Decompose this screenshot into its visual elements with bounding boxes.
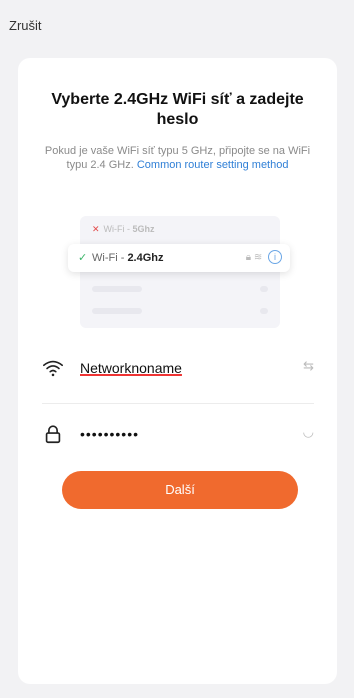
network-name-field[interactable]: Networknoname ⇆ — [42, 350, 314, 386]
row-24ghz-text: Wi-Fi - 2.4Ghz — [92, 252, 164, 264]
lock-small-icon: 🔒︎ — [245, 252, 252, 263]
wifi-setup-card: Vyberte 2.4GHz WiFi síť a zadejte heslo … — [18, 58, 337, 684]
wifi-icon — [43, 360, 63, 377]
password-value[interactable]: •••••••••• — [80, 426, 139, 442]
wifi-small-icon: ≋ — [253, 252, 263, 263]
row-5ghz-prefix: Wi-Fi - — [103, 224, 133, 234]
row-24ghz-band: 2.4Ghz — [127, 252, 164, 264]
router-setting-link[interactable]: Common router setting method — [137, 159, 289, 171]
illustration-row-24ghz: ✓ Wi-Fi - 2.4Ghz 🔒︎ ≋ i — [68, 244, 290, 272]
info-text: Pokud je vaše WiFi síť typu 5 GHz, připo… — [42, 144, 313, 172]
password-field[interactable]: •••••••••• ◡ — [42, 416, 314, 452]
illustration-placeholder-row — [92, 306, 268, 316]
field-divider — [42, 403, 314, 404]
cancel-button[interactable]: Zrušit — [9, 18, 42, 33]
cross-icon: ✕ — [92, 224, 100, 234]
network-name-value[interactable]: Networknoname — [80, 360, 182, 376]
wifi-band-illustration: ✕ Wi-Fi - 5Ghz ✓ Wi-Fi - 2.4Ghz 🔒︎ ≋ i — [68, 216, 290, 328]
switch-network-icon[interactable]: ⇆ — [303, 358, 314, 374]
toggle-password-visibility-icon[interactable]: ◡ — [303, 424, 314, 440]
check-icon: ✓ — [78, 252, 88, 264]
lock-icon — [45, 425, 61, 444]
illustration-placeholder-row — [92, 284, 268, 294]
page-title: Vyberte 2.4GHz WiFi síť a zadejte heslo — [51, 91, 304, 128]
row-24ghz-icons: 🔒︎ ≋ i — [246, 250, 282, 264]
row-5ghz-band: 5Ghz — [132, 224, 155, 234]
info-icon: i — [268, 250, 282, 264]
top-bar: Zrušit — [0, 0, 354, 56]
illustration-row-5ghz: ✕ Wi-Fi - 5Ghz — [92, 224, 155, 235]
row-24ghz-prefix: Wi-Fi - — [92, 252, 128, 264]
next-button[interactable]: Další — [62, 471, 298, 509]
